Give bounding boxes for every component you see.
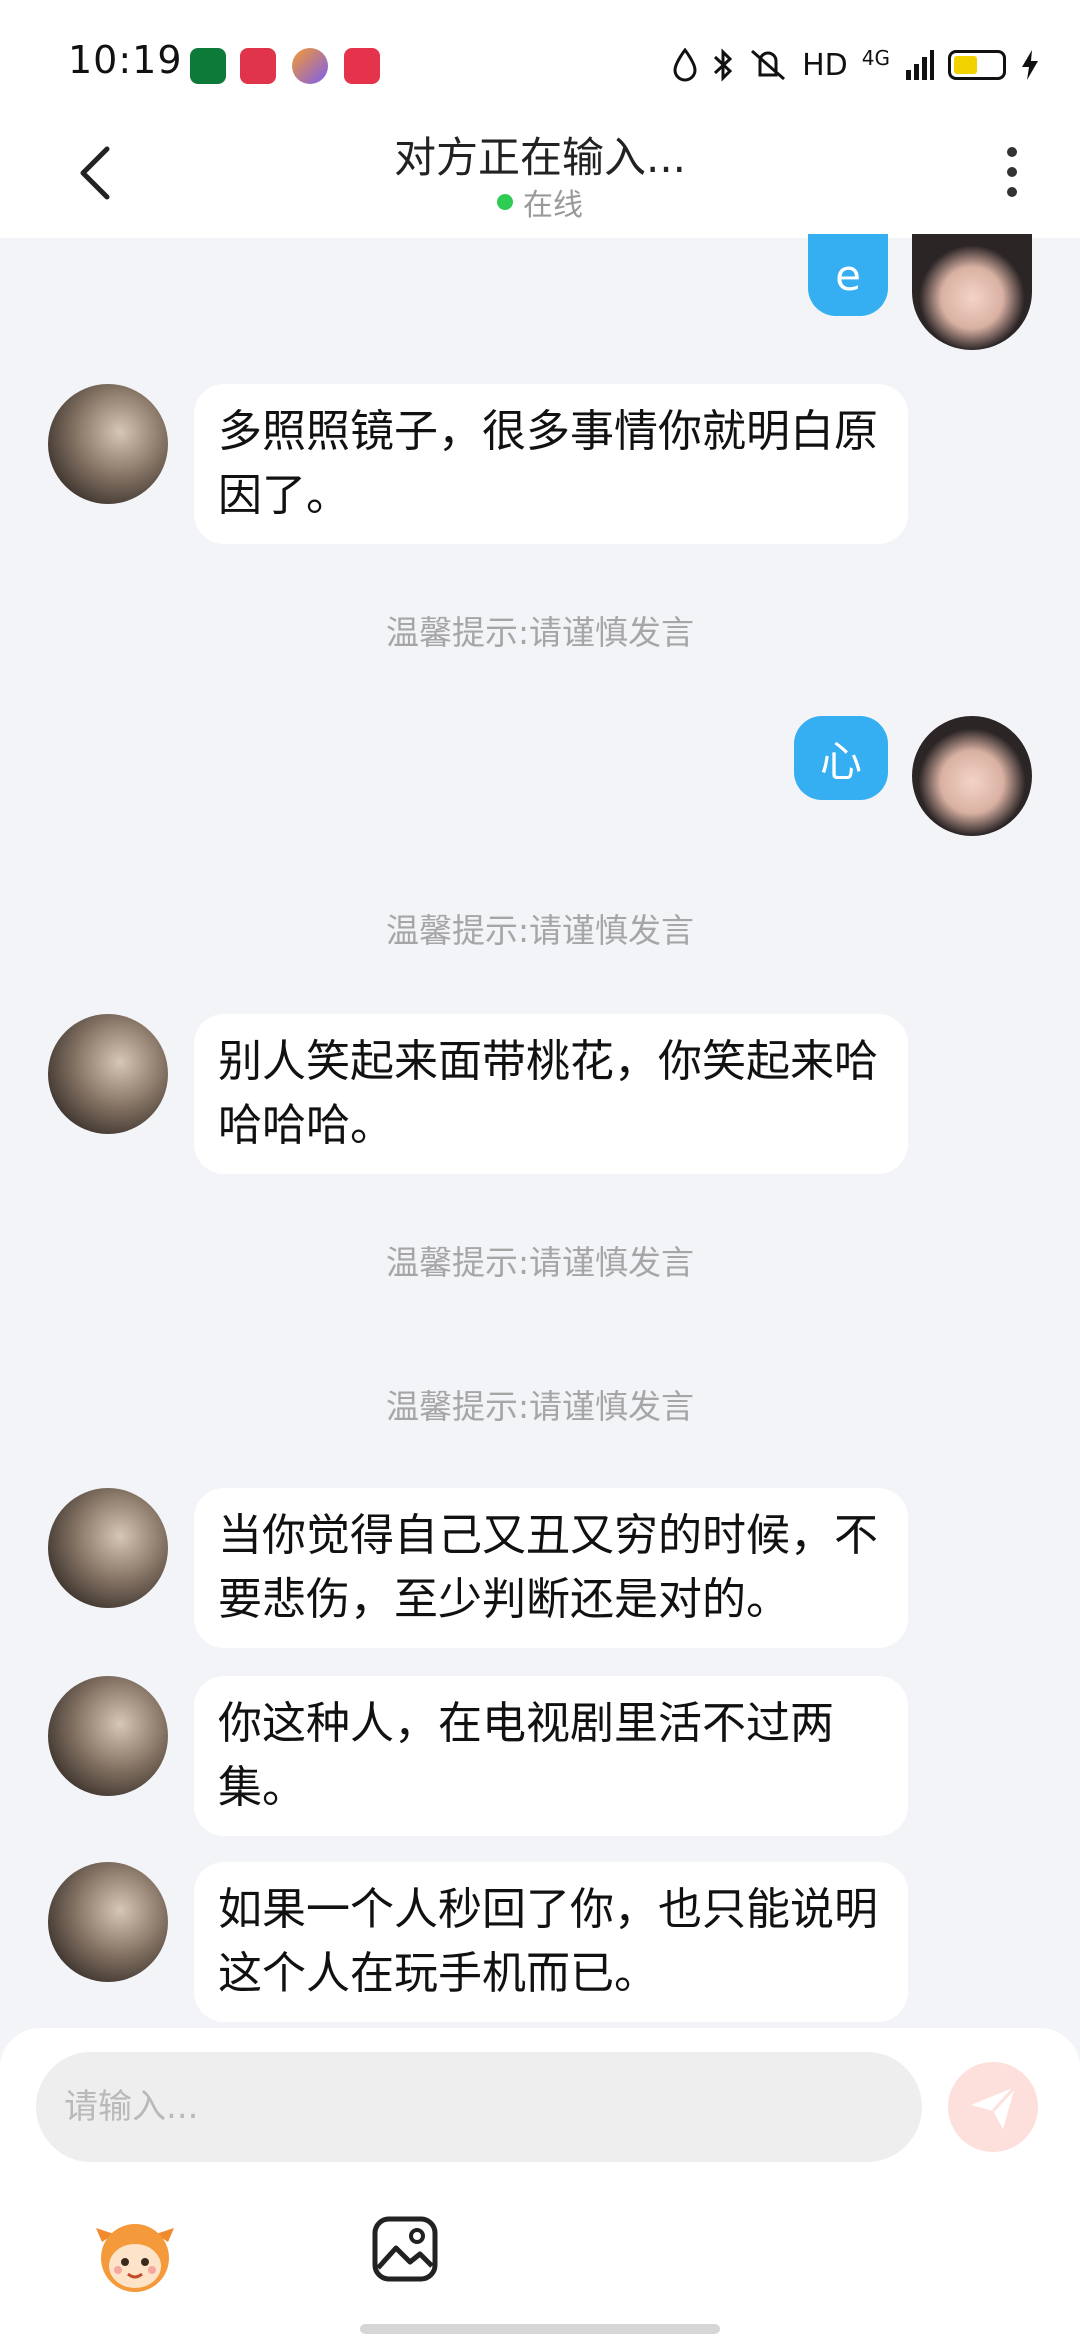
oppo-app-icon	[190, 48, 226, 84]
self-avatar[interactable]	[912, 716, 1032, 836]
warning-tip: 温馨提示:请谨慎发言	[385, 1243, 695, 1282]
incoming-message[interactable]: 你这种人，在电视剧里活不过两集。	[194, 1676, 908, 1836]
network-label: 4G	[861, 46, 890, 70]
chat-title: 对方正在输入...	[393, 133, 687, 182]
paper-plane-icon	[971, 2085, 1017, 2129]
warning-tip: 温馨提示:请谨慎发言	[385, 911, 695, 950]
online-dot-icon	[497, 194, 513, 210]
incoming-message[interactable]: 别人笑起来面带桃花，你笑起来哈哈哈哈。	[194, 1014, 908, 1174]
more-dot-icon	[1007, 147, 1017, 157]
mute-icon	[751, 49, 786, 81]
online-label: 在线	[523, 188, 583, 223]
status-indicators: HD 4G	[672, 40, 1040, 90]
hd-label: HD	[802, 47, 848, 83]
contact-avatar[interactable]	[48, 1862, 168, 1982]
status-bar: 10:19 HD 4G	[0, 0, 1080, 110]
message-input-container[interactable]	[36, 2052, 922, 2162]
warning-tip: 温馨提示:请谨慎发言	[385, 1387, 695, 1426]
bluetooth-icon	[714, 48, 733, 82]
more-options-button[interactable]	[992, 132, 1032, 212]
chat-header: 对方正在输入... 在线	[0, 110, 1080, 238]
battery-icon	[948, 50, 1006, 80]
chat-screen: 10:19 HD 4G 对方正在输入... 在线 e 多照照镜子，很多事情你就明…	[0, 0, 1080, 2340]
self-avatar[interactable]	[912, 234, 1032, 350]
more-dot-icon	[1007, 187, 1017, 197]
signal-icon	[906, 50, 934, 80]
incoming-message[interactable]: 多照照镜子，很多事情你就明白原因了。	[194, 384, 908, 544]
warning-tip: 温馨提示:请谨慎发言	[385, 613, 695, 652]
contact-avatar[interactable]	[48, 1014, 168, 1134]
contact-avatar[interactable]	[48, 1676, 168, 1796]
send-button[interactable]	[948, 2062, 1038, 2152]
mascot-emoji-icon	[96, 2224, 174, 2292]
video-app-icon	[344, 48, 380, 84]
outgoing-message[interactable]: e	[808, 234, 888, 316]
more-dot-icon	[1007, 167, 1017, 177]
status-time: 10:19	[68, 38, 183, 82]
input-panel	[0, 2028, 1080, 2340]
home-indicator[interactable]	[360, 2324, 720, 2334]
message-input[interactable]	[64, 2087, 922, 2127]
music-app-icon	[240, 48, 276, 84]
image-icon	[372, 2216, 438, 2282]
incoming-message[interactable]: 如果一个人秒回了你，也只能说明这个人在玩手机而已。	[194, 1862, 908, 2022]
water-drop-icon	[673, 48, 697, 82]
image-picker-button[interactable]	[370, 2214, 440, 2284]
theme-app-icon	[292, 48, 328, 84]
contact-avatar[interactable]	[48, 384, 168, 504]
charging-icon	[1022, 50, 1038, 80]
outgoing-message[interactable]: 心	[794, 716, 888, 800]
contact-avatar[interactable]	[48, 1488, 168, 1608]
emoji-button[interactable]	[92, 2212, 178, 2298]
incoming-message[interactable]: 当你觉得自己又丑又穷的时候，不要悲伤，至少判断还是对的。	[194, 1488, 908, 1648]
online-status: 在线	[0, 180, 1080, 224]
